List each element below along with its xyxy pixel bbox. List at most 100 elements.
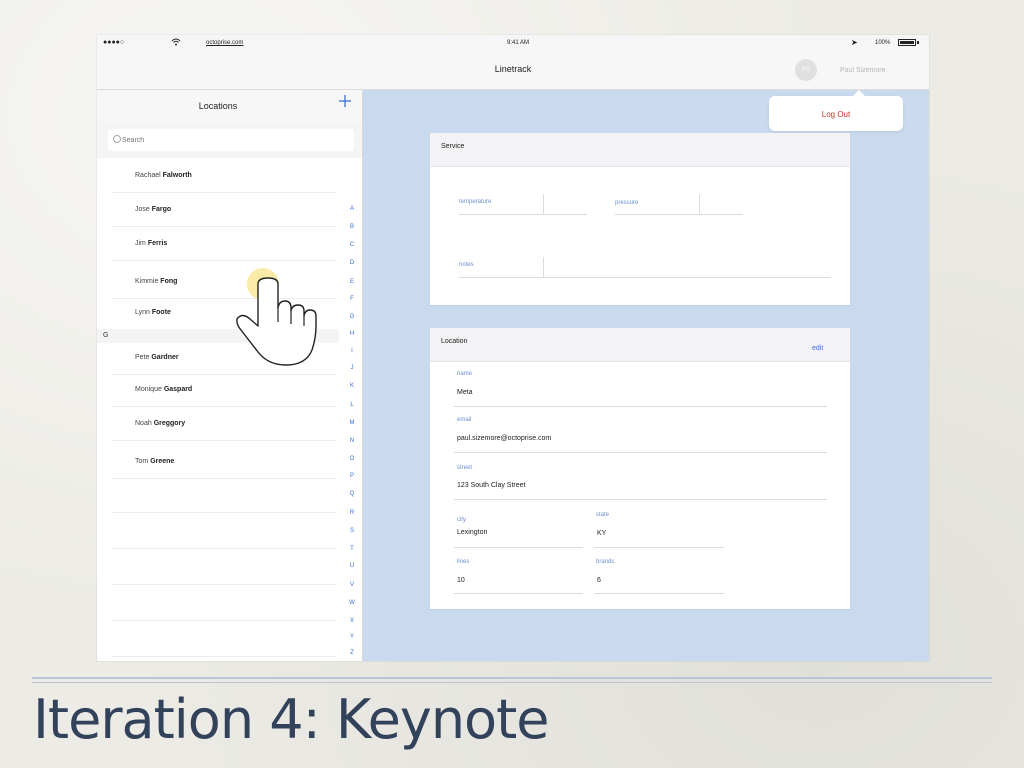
index-letter[interactable]: Z [345, 650, 359, 656]
caption-divider [32, 682, 992, 683]
avatar[interactable]: PS [795, 59, 817, 81]
service-card: Service temperature pressure notes [430, 133, 850, 305]
field-divider [699, 194, 700, 214]
email-field[interactable]: paul.sizemore@octoprise.com [457, 435, 551, 442]
app-window: ●●●●○ octoprise.com 9:41 AM ➤ 100% Linet… [97, 35, 929, 661]
battery-icon [898, 39, 916, 46]
field-underline [594, 593, 724, 594]
street-field[interactable]: 123 South Clay Street [457, 482, 526, 489]
index-letter[interactable]: V [345, 582, 359, 588]
pressure-input[interactable] [615, 214, 743, 215]
wifi-icon [171, 38, 181, 48]
index-letter[interactable]: X [345, 618, 359, 624]
lines-field[interactable]: 10 [457, 577, 465, 584]
index-letter[interactable]: Y [345, 634, 359, 640]
temperature-input[interactable] [459, 214, 587, 215]
service-card-title: Service [441, 143, 465, 150]
index-letter[interactable]: E [345, 279, 359, 285]
contact-first-name: Monique [135, 386, 162, 393]
signal-strength-icon: ●●●●○ [103, 39, 125, 46]
search-bar [97, 122, 362, 158]
state-label: state [596, 512, 610, 518]
contact-first-name: Noah [135, 420, 152, 427]
location-card-title: Location [441, 338, 468, 345]
search-icon [113, 135, 121, 143]
edit-button[interactable]: edit [812, 345, 823, 352]
index-letter[interactable]: U [345, 563, 359, 569]
navigation-bar: Linetrack PS Paul Sizemore [97, 51, 929, 90]
contact-last-name: Greene [150, 458, 175, 465]
city-field[interactable]: Lexington [457, 529, 487, 536]
contact-last-name: Fong [160, 278, 178, 285]
name-field[interactable]: Meta [457, 389, 473, 396]
city-label: city [457, 517, 466, 523]
index-letter[interactable]: R [345, 510, 359, 516]
index-letter[interactable]: L [345, 402, 359, 408]
index-letter[interactable]: P [345, 473, 359, 479]
brands-label: brands [596, 559, 615, 565]
lines-label: lines [457, 559, 470, 565]
location-card-header: Location edit [430, 328, 850, 362]
contact-first-name: Pete [135, 354, 150, 361]
index-letter[interactable]: W [345, 600, 359, 606]
index-letter[interactable]: Q [345, 491, 359, 497]
list-item[interactable]: Noah Greggory [112, 406, 336, 441]
user-name[interactable]: Paul Sizemore [840, 67, 886, 74]
section-letter: G [103, 332, 109, 339]
state-field[interactable]: KY [597, 530, 606, 537]
field-underline [454, 452, 827, 453]
email-label: email [457, 417, 472, 423]
add-location-button[interactable] [337, 92, 353, 115]
list-item[interactable]: Tom Greene [112, 444, 336, 479]
index-letter[interactable]: J [345, 365, 359, 371]
location-arrow-icon: ➤ [851, 38, 858, 47]
index-letter[interactable]: H [345, 331, 359, 337]
contact-first-name: Kimmie [135, 278, 159, 285]
list-item-empty [112, 514, 336, 549]
field-underline [594, 547, 724, 548]
caption-divider [32, 677, 992, 679]
contact-first-name: Jim [135, 240, 146, 247]
field-divider [543, 194, 544, 214]
index-letter[interactable]: M [345, 420, 359, 426]
index-letter[interactable]: A [345, 206, 359, 212]
notes-input[interactable] [459, 277, 831, 278]
pressure-label: pressure [615, 200, 639, 206]
index-letter[interactable]: I [345, 348, 359, 354]
touch-gesture-icon [228, 264, 328, 368]
sidebar-header: Locations [97, 90, 362, 123]
contact-first-name: Rachael [135, 172, 161, 179]
index-letter[interactable]: T [345, 546, 359, 552]
index-letter[interactable]: O [345, 456, 359, 462]
index-letter[interactable]: K [345, 383, 359, 389]
index-letter[interactable]: N [345, 438, 359, 444]
logout-button[interactable]: Log Out [769, 110, 903, 119]
plus-icon [339, 95, 351, 107]
index-letter[interactable]: D [345, 260, 359, 266]
list-item[interactable]: Jose Fargo [112, 192, 336, 227]
list-item[interactable]: Monique Gaspard [112, 372, 336, 407]
slide-title: Iteration 4: Keynote [33, 688, 549, 751]
brands-field[interactable]: 6 [597, 577, 601, 584]
index-letter[interactable]: G [345, 314, 359, 320]
index-letter[interactable]: S [345, 528, 359, 534]
index-letter[interactable]: F [345, 296, 359, 302]
contact-first-name: Tom [135, 458, 149, 465]
status-url[interactable]: octoprise.com [206, 40, 243, 46]
service-card-header: Service [430, 133, 850, 167]
contact-last-name: Gaspard [163, 386, 193, 393]
list-item-empty [112, 478, 336, 513]
search-field[interactable] [108, 129, 354, 151]
index-letter[interactable]: C [345, 242, 359, 248]
list-item-empty [112, 550, 336, 585]
list-item[interactable]: Jim Ferris [112, 226, 336, 261]
notes-label: notes [459, 262, 474, 268]
search-input[interactable] [122, 133, 342, 147]
sidebar-title: Locations [198, 101, 238, 111]
contact-first-name: Jose [135, 206, 150, 213]
list-item[interactable]: Rachael Falworth [112, 158, 336, 193]
contact-list: Rachael Falworth Jose Fargo Jim Ferris K… [97, 158, 362, 661]
index-letter[interactable]: B [345, 224, 359, 230]
contact-last-name: Fargo [151, 206, 172, 213]
contact-last-name: Gardner [151, 354, 179, 361]
